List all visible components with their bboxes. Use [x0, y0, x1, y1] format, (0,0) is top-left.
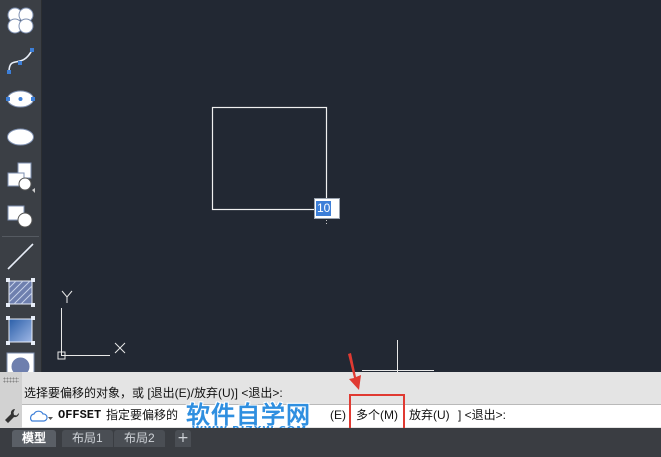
spline-icon[interactable]: [4, 44, 37, 77]
draw-toolbar: [0, 0, 42, 381]
command-line-grip[interactable]: [0, 372, 22, 428]
command-cloud-icon[interactable]: [28, 408, 56, 424]
hatch-icon[interactable]: [4, 276, 37, 309]
command-prompt-text: 指定要偏移的: [106, 408, 179, 422]
layout-tab-bar: 模型 布局1 布局2 +: [0, 428, 661, 457]
tab-layout2[interactable]: 布局2: [114, 430, 165, 447]
dynamic-input-value: 10: [316, 201, 332, 216]
crosshair-cursor: [362, 340, 434, 372]
insert-block-icon[interactable]: [4, 160, 37, 193]
ucs-icon: [57, 290, 126, 360]
option-undo-key[interactable]: (U): [433, 408, 450, 423]
square-object[interactable]: [211, 106, 328, 211]
ellipse-center-icon[interactable]: [4, 82, 37, 115]
toolbar-separator: [2, 236, 39, 237]
ellipse-axis-icon[interactable]: [4, 120, 37, 153]
command-name: OFFSET: [58, 408, 102, 422]
option-undo-label[interactable]: 放弃: [409, 408, 433, 423]
tab-model[interactable]: 模型: [12, 430, 57, 447]
add-layout-icon[interactable]: +: [175, 430, 191, 447]
drawing-canvas[interactable]: 10: [42, 0, 661, 372]
revision-cloud-icon[interactable]: [4, 4, 37, 37]
grip-handle-icon[interactable]: [3, 377, 19, 383]
dynamic-input-field[interactable]: 10: [314, 198, 340, 219]
highlight-annotation-box: [349, 394, 405, 432]
create-block-icon[interactable]: [4, 200, 37, 233]
construction-line-icon[interactable]: [4, 240, 37, 273]
gradient-icon[interactable]: [4, 314, 37, 347]
command-input-line[interactable]: OFFSET 指定要偏移的 (E) 多个 (M) 放弃 (U) ] <退出>:: [22, 404, 661, 427]
command-prompt-tail: ] <退出>:: [458, 408, 507, 422]
tab-layout1[interactable]: 布局1: [62, 430, 113, 447]
customize-wrench-icon[interactable]: [4, 408, 20, 424]
red-arrow-icon: [348, 353, 361, 390]
